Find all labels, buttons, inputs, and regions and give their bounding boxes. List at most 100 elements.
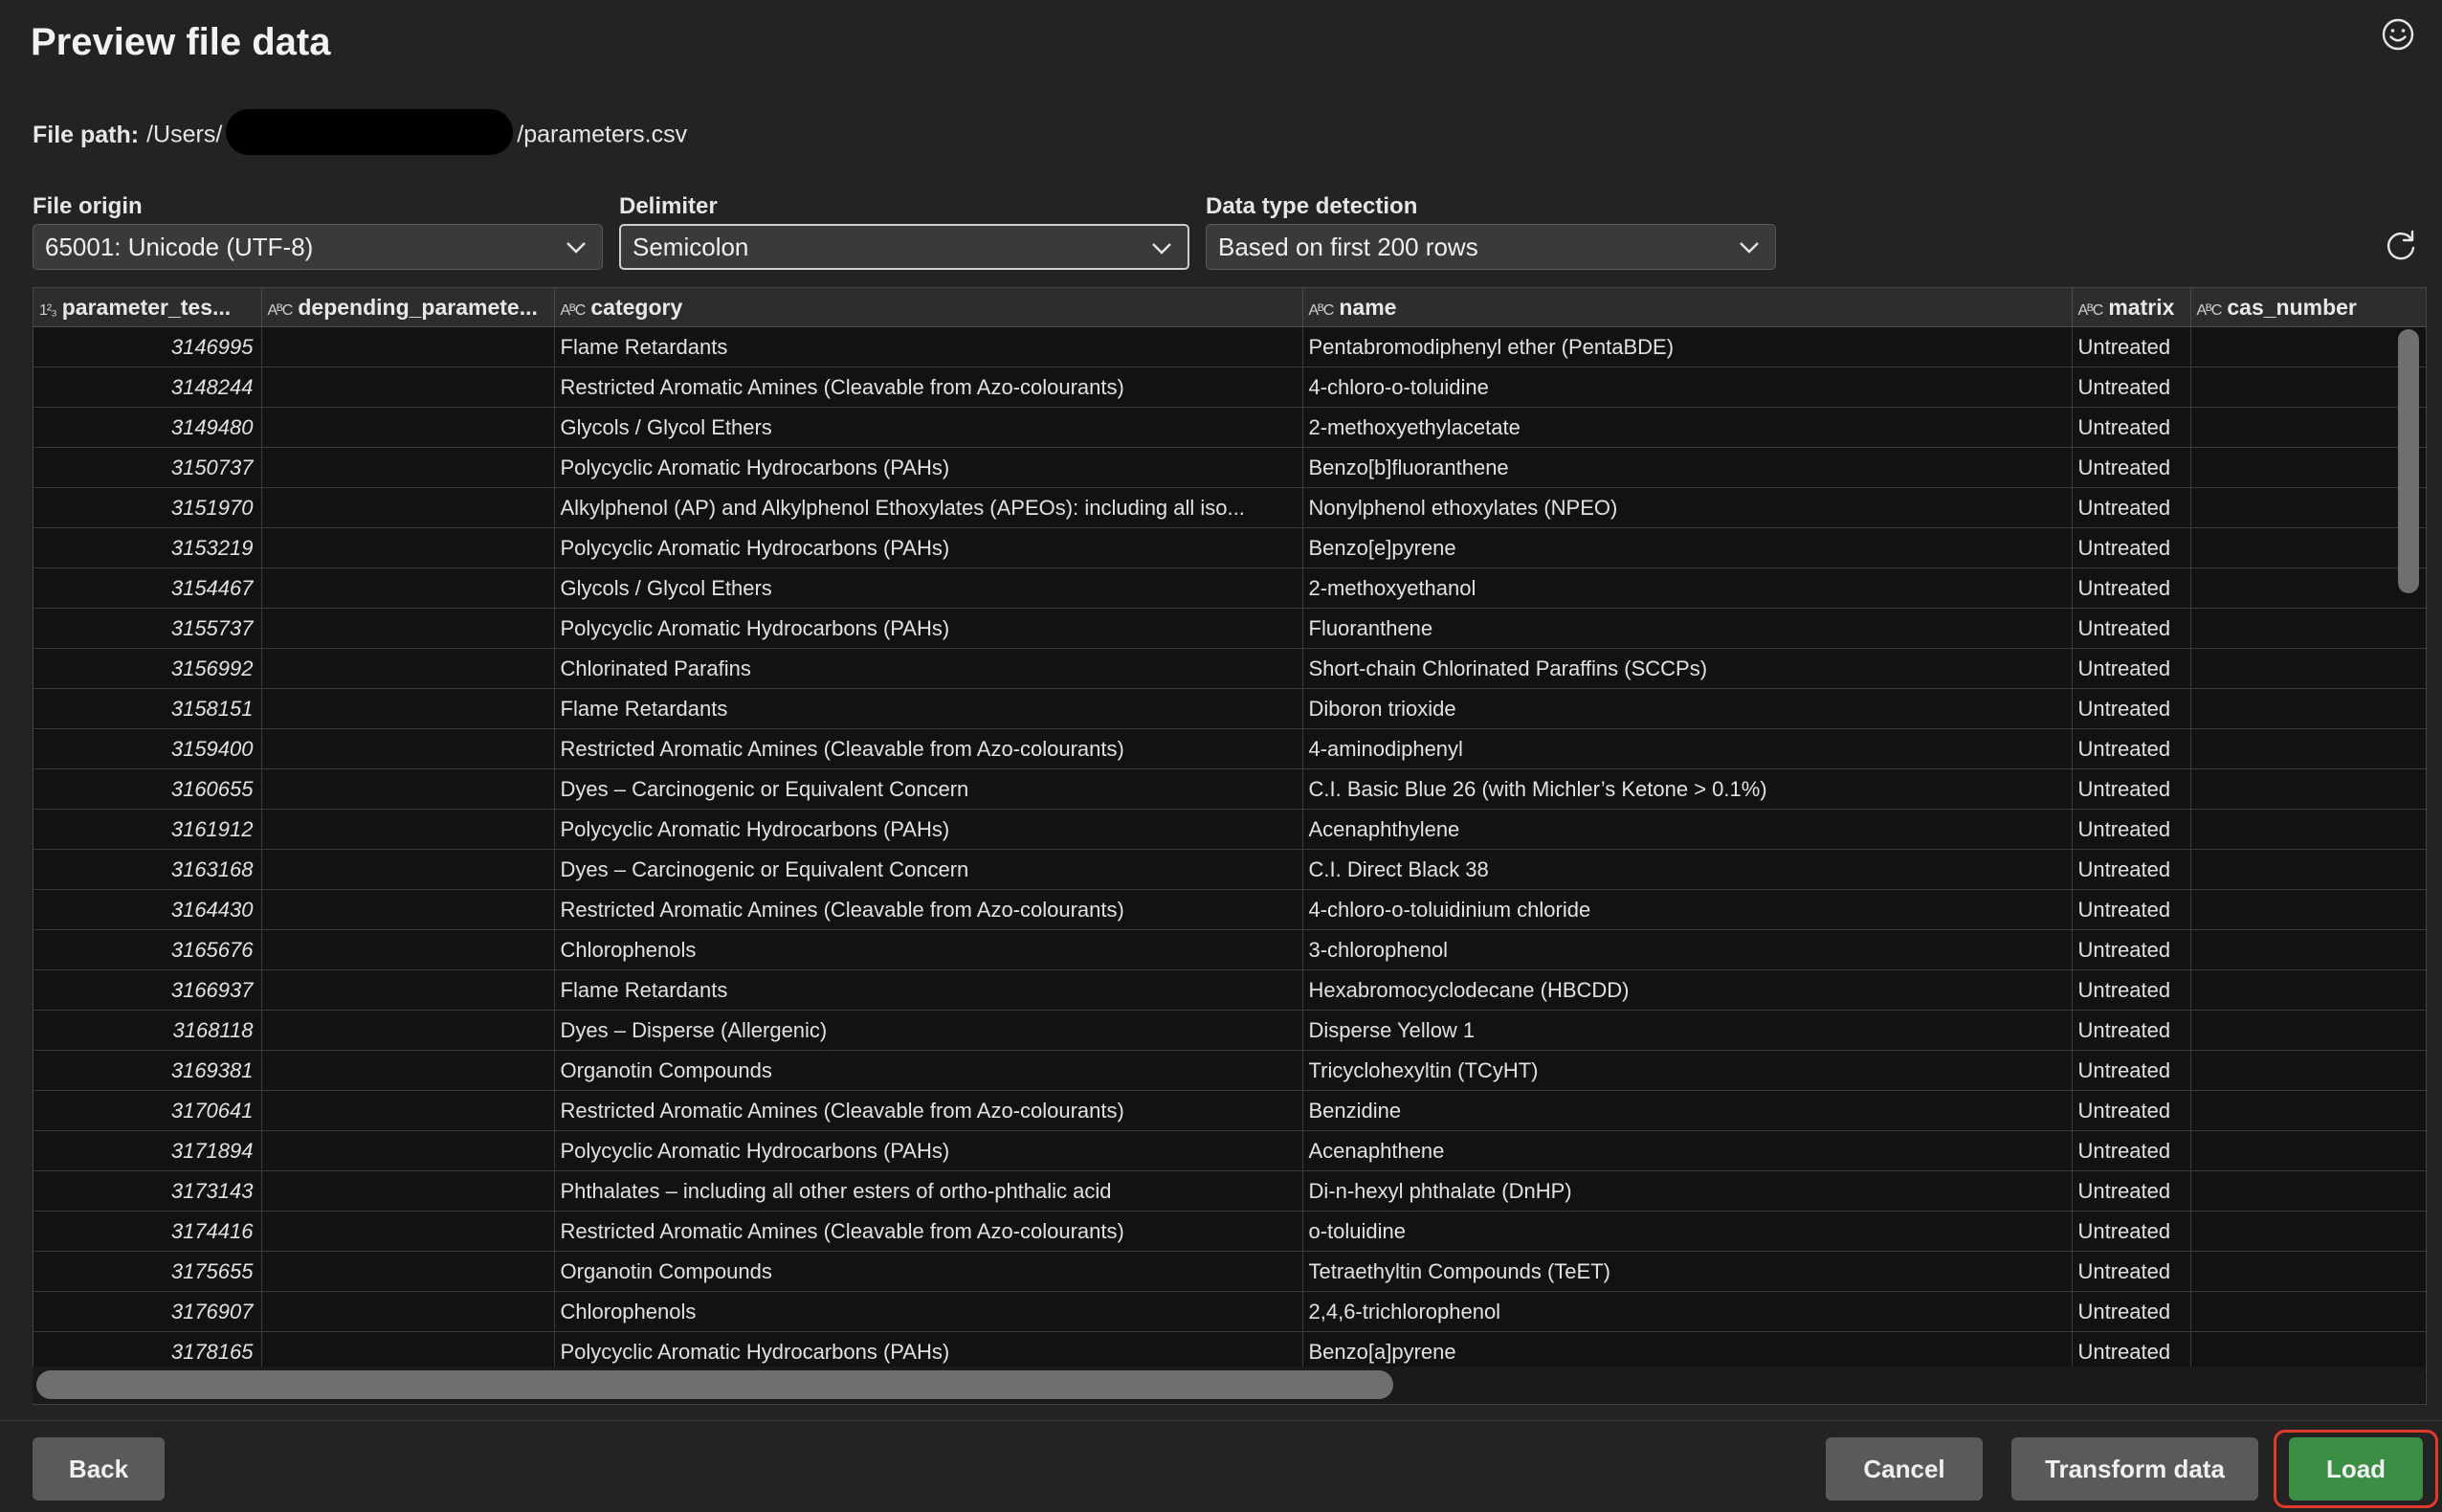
table-cell[interactable]: Flame Retardants	[554, 688, 1303, 729]
table-cell[interactable]: 3158151	[33, 688, 262, 729]
table-cell[interactable]: Untreated	[2072, 1251, 2191, 1292]
table-cell[interactable]: Restricted Aromatic Amines (Cleavable fr…	[554, 728, 1303, 769]
table-cell[interactable]: 3164430	[33, 889, 262, 930]
table-cell[interactable]: 4-chloro-o-toluidine	[1302, 367, 2073, 408]
table-cell[interactable]: Untreated	[2072, 567, 2191, 609]
table-cell[interactable]: Glycols / Glycol Ethers	[554, 407, 1303, 448]
table-cell[interactable]	[2190, 929, 2426, 970]
load-button[interactable]: Load	[2289, 1437, 2423, 1501]
table-cell[interactable]	[2190, 367, 2426, 408]
table-cell[interactable]: Organotin Compounds	[554, 1050, 1303, 1091]
table-cell[interactable]: Polycyclic Aromatic Hydrocarbons (PAHs)	[554, 527, 1303, 568]
table-cell[interactable]	[261, 407, 555, 448]
horizontal-scrollbar[interactable]	[36, 1370, 1393, 1399]
table-cell[interactable]	[2190, 849, 2426, 890]
table-cell[interactable]: Disperse Yellow 1	[1302, 1010, 2073, 1051]
transform-data-button[interactable]: Transform data	[2011, 1437, 2258, 1501]
table-cell[interactable]: Organotin Compounds	[554, 1251, 1303, 1292]
table-cell[interactable]	[261, 929, 555, 970]
table-cell[interactable]	[2190, 487, 2426, 528]
table-cell[interactable]: Polycyclic Aromatic Hydrocarbons (PAHs)	[554, 447, 1303, 488]
table-cell[interactable]: Untreated	[2072, 1130, 2191, 1171]
table-cell[interactable]: Untreated	[2072, 1211, 2191, 1252]
column-header[interactable]: AᴮC category	[554, 288, 1303, 327]
table-cell[interactable]	[261, 688, 555, 729]
table-cell[interactable]: 3155737	[33, 608, 262, 649]
table-cell[interactable]: Acenaphthene	[1302, 1130, 2073, 1171]
table-cell[interactable]	[261, 1130, 555, 1171]
table-cell[interactable]: Chlorophenols	[554, 1291, 1303, 1332]
table-cell[interactable]	[2190, 1010, 2426, 1051]
table-cell[interactable]: 3148244	[33, 367, 262, 408]
table-cell[interactable]: C.I. Basic Blue 26 (with Michler’s Keton…	[1302, 768, 2073, 810]
delimiter-select[interactable]: Semicolon	[619, 224, 1189, 270]
table-cell[interactable]: Untreated	[2072, 447, 2191, 488]
table-cell[interactable]: 3173143	[33, 1170, 262, 1212]
table-cell[interactable]	[2190, 728, 2426, 769]
table-cell[interactable]: 3160655	[33, 768, 262, 810]
table-cell[interactable]: Untreated	[2072, 407, 2191, 448]
table-cell[interactable]: 2-methoxyethanol	[1302, 567, 2073, 609]
table-cell[interactable]: Dyes – Carcinogenic or Equivalent Concer…	[554, 768, 1303, 810]
file-origin-select[interactable]: 65001: Unicode (UTF-8)	[33, 224, 603, 270]
table-cell[interactable]: 3165676	[33, 929, 262, 970]
table-cell[interactable]	[2190, 1170, 2426, 1212]
table-cell[interactable]: Dyes – Disperse (Allergenic)	[554, 1010, 1303, 1051]
table-cell[interactable]	[2190, 1130, 2426, 1171]
table-cell[interactable]: 3166937	[33, 969, 262, 1011]
table-cell[interactable]: Polycyclic Aromatic Hydrocarbons (PAHs)	[554, 809, 1303, 850]
table-cell[interactable]: Chlorinated Parafins	[554, 648, 1303, 689]
table-cell[interactable]: 4-aminodiphenyl	[1302, 728, 2073, 769]
table-cell[interactable]	[2190, 1050, 2426, 1091]
table-cell[interactable]	[2190, 447, 2426, 488]
table-cell[interactable]: Alkylphenol (AP) and Alkylphenol Ethoxyl…	[554, 487, 1303, 528]
table-cell[interactable]	[2190, 1291, 2426, 1332]
table-cell[interactable]: Hexabromocyclodecane (HBCDD)	[1302, 969, 2073, 1011]
table-cell[interactable]: Acenaphthylene	[1302, 809, 2073, 850]
table-cell[interactable]: 3169381	[33, 1050, 262, 1091]
table-cell[interactable]	[261, 326, 555, 367]
table-cell[interactable]	[2190, 688, 2426, 729]
table-cell[interactable]: Polycyclic Aromatic Hydrocarbons (PAHs)	[554, 1130, 1303, 1171]
table-cell[interactable]: Polycyclic Aromatic Hydrocarbons (PAHs)	[554, 608, 1303, 649]
table-cell[interactable]: 3146995	[33, 326, 262, 367]
smiley-icon[interactable]	[2381, 17, 2415, 52]
table-cell[interactable]: Short-chain Chlorinated Paraffins (SCCPs…	[1302, 648, 2073, 689]
table-cell[interactable]	[261, 1010, 555, 1051]
table-cell[interactable]: Untreated	[2072, 929, 2191, 970]
table-cell[interactable]	[261, 567, 555, 609]
table-cell[interactable]	[2190, 768, 2426, 810]
table-cell[interactable]	[261, 1251, 555, 1292]
table-cell[interactable]: 4-chloro-o-toluidinium chloride	[1302, 889, 2073, 930]
table-cell[interactable]	[2190, 1090, 2426, 1131]
table-cell[interactable]	[261, 1291, 555, 1332]
table-cell[interactable]: 3171894	[33, 1130, 262, 1171]
table-cell[interactable]: Flame Retardants	[554, 326, 1303, 367]
table-cell[interactable]: 3176907	[33, 1291, 262, 1332]
table-cell[interactable]: Untreated	[2072, 849, 2191, 890]
table-cell[interactable]	[261, 527, 555, 568]
cancel-button[interactable]: Cancel	[1826, 1437, 1983, 1501]
table-cell[interactable]	[261, 1050, 555, 1091]
table-cell[interactable]: Tricyclohexyltin (TCyHT)	[1302, 1050, 2073, 1091]
table-cell[interactable]	[261, 969, 555, 1011]
table-cell[interactable]: Untreated	[2072, 527, 2191, 568]
table-cell[interactable]: Nonylphenol ethoxylates (NPEO)	[1302, 487, 2073, 528]
table-cell[interactable]: Restricted Aromatic Amines (Cleavable fr…	[554, 889, 1303, 930]
table-cell[interactable]: Benzidine	[1302, 1090, 2073, 1131]
table-cell[interactable]: 3161912	[33, 809, 262, 850]
table-cell[interactable]: Untreated	[2072, 969, 2191, 1011]
vertical-scrollbar[interactable]	[2398, 329, 2419, 593]
table-cell[interactable]: Benzo[e]pyrene	[1302, 527, 2073, 568]
table-cell[interactable]: Restricted Aromatic Amines (Cleavable fr…	[554, 367, 1303, 408]
table-cell[interactable]: Chlorophenols	[554, 929, 1303, 970]
table-cell[interactable]	[261, 487, 555, 528]
table-cell[interactable]: Untreated	[2072, 326, 2191, 367]
table-cell[interactable]: 3151970	[33, 487, 262, 528]
table-cell[interactable]	[261, 728, 555, 769]
table-cell[interactable]: Untreated	[2072, 728, 2191, 769]
table-cell[interactable]: Untreated	[2072, 809, 2191, 850]
table-cell[interactable]	[261, 849, 555, 890]
table-cell[interactable]: Restricted Aromatic Amines (Cleavable fr…	[554, 1090, 1303, 1131]
column-header[interactable]: AᴮC depending_paramete...	[261, 288, 555, 327]
